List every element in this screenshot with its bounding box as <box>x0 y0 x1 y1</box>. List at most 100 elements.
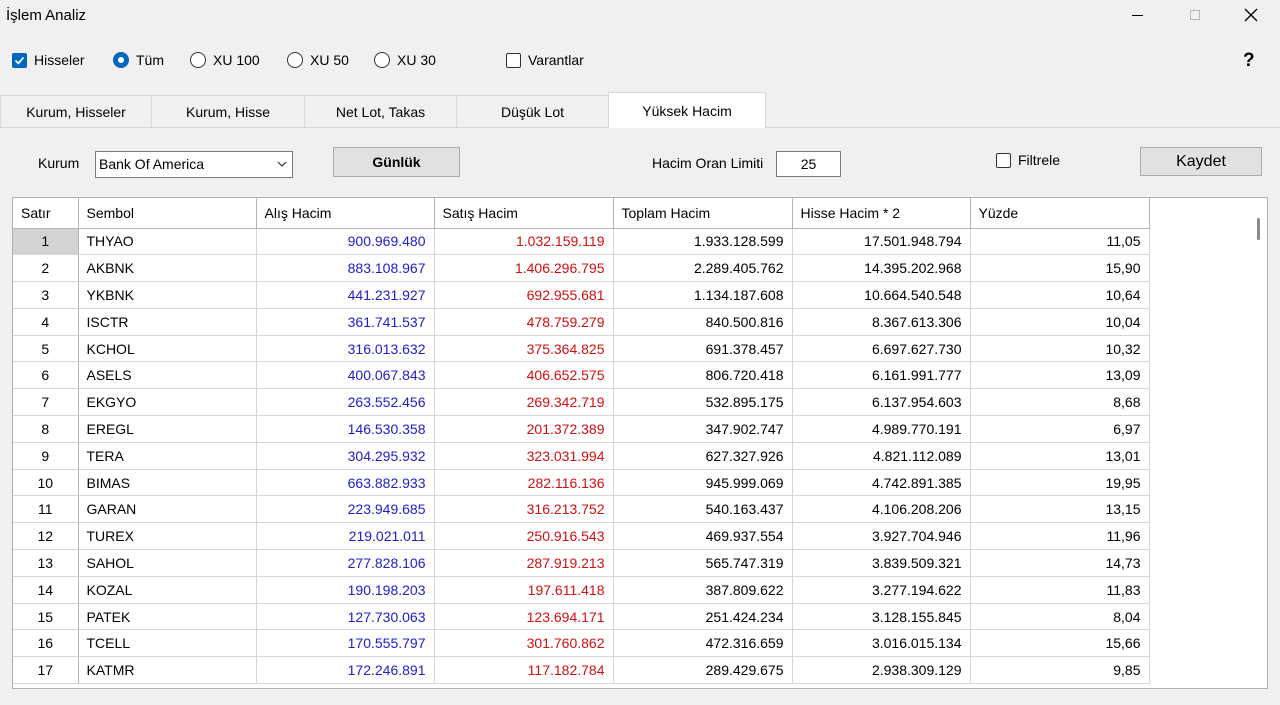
table-row[interactable]: 13 SAHOL 277.828.106 287.919.213 565.747.319… <box>13 549 1150 577</box>
yuzde-cell[interactable]: 13,09 <box>970 361 1150 390</box>
alis-hacim-cell[interactable]: 146.530.358 <box>256 415 435 443</box>
hisse-hacim-cell[interactable]: 17.501.948.794 <box>792 228 971 256</box>
yuzde-cell[interactable]: 15,66 <box>970 629 1150 658</box>
row-number-cell[interactable]: 5 <box>13 335 79 363</box>
column-header-toplam-hacim[interactable]: Toplam Hacim <box>613 198 793 229</box>
hisse-hacim-cell[interactable]: 3.839.509.321 <box>792 549 971 577</box>
symbol-cell[interactable]: EKGYO <box>78 388 257 417</box>
toplam-hacim-cell[interactable]: 347.902.747 <box>613 415 793 443</box>
row-number-cell[interactable]: 17 <box>13 656 79 685</box>
data-grid[interactable]: Satır Sembol Alış Hacim Satış Hacim Topl… <box>12 197 1268 689</box>
satis-hacim-cell[interactable]: 282.116.136 <box>434 469 614 497</box>
tab-kurum-hisseler[interactable]: Kurum, Hisseler <box>0 95 152 127</box>
yuzde-cell[interactable]: 10,04 <box>970 308 1150 336</box>
gunluk-button[interactable]: Günlük <box>333 147 460 177</box>
table-row[interactable]: 14 KOZAL 190.198.203 197.611.418 387.809.622… <box>13 576 1150 604</box>
satis-hacim-cell[interactable]: 316.213.752 <box>434 495 614 524</box>
kurum-dropdown[interactable]: Bank Of America <box>95 151 293 178</box>
yuzde-cell[interactable]: 9,85 <box>970 656 1150 685</box>
hisse-hacim-cell[interactable]: 6.137.954.603 <box>792 388 971 417</box>
satis-hacim-cell[interactable]: 301.760.862 <box>434 629 614 658</box>
close-button[interactable] <box>1222 0 1280 30</box>
yuzde-cell[interactable]: 13,01 <box>970 442 1150 470</box>
alis-hacim-cell[interactable]: 277.828.106 <box>256 549 435 577</box>
row-number-cell[interactable]: 12 <box>13 522 79 551</box>
toplam-hacim-cell[interactable]: 691.378.457 <box>613 335 793 363</box>
row-number-cell[interactable]: 15 <box>13 603 79 631</box>
hisse-hacim-cell[interactable]: 4.989.770.191 <box>792 415 971 443</box>
symbol-cell[interactable]: KOZAL <box>78 576 257 604</box>
hacim-oran-input[interactable]: 25 <box>776 151 841 177</box>
satis-hacim-cell[interactable]: 692.955.681 <box>434 281 614 309</box>
alis-hacim-cell[interactable]: 304.295.932 <box>256 442 435 470</box>
hisse-hacim-cell[interactable]: 6.161.991.777 <box>792 361 971 390</box>
symbol-cell[interactable]: SAHOL <box>78 549 257 577</box>
radio-xu30[interactable]: XU 30 <box>374 52 436 68</box>
row-number-cell[interactable]: 7 <box>13 388 79 417</box>
symbol-cell[interactable]: TUREX <box>78 522 257 551</box>
satis-hacim-cell[interactable]: 123.694.171 <box>434 603 614 631</box>
toplam-hacim-cell[interactable]: 532.895.175 <box>613 388 793 417</box>
satis-hacim-cell[interactable]: 287.919.213 <box>434 549 614 577</box>
toplam-hacim-cell[interactable]: 540.163.437 <box>613 495 793 524</box>
row-number-cell[interactable]: 1 <box>13 228 79 256</box>
satis-hacim-cell[interactable]: 269.342.719 <box>434 388 614 417</box>
toplam-hacim-cell[interactable]: 289.429.675 <box>613 656 793 685</box>
tab-yuksek-hacim[interactable]: Yüksek Hacim <box>608 92 766 128</box>
satis-hacim-cell[interactable]: 478.759.279 <box>434 308 614 336</box>
toplam-hacim-cell[interactable]: 387.809.622 <box>613 576 793 604</box>
table-row[interactable]: 12 TUREX 219.021.011 250.916.543 469.937.554… <box>13 522 1150 551</box>
column-header-satis-hacim[interactable]: Satış Hacim <box>434 198 614 229</box>
hisse-hacim-cell[interactable]: 4.106.208.206 <box>792 495 971 524</box>
table-row[interactable]: 9 TERA 304.295.932 323.031.994 627.327.926 4.… <box>13 442 1150 470</box>
alis-hacim-cell[interactable]: 663.882.933 <box>256 469 435 497</box>
symbol-cell[interactable]: KATMR <box>78 656 257 685</box>
hisse-hacim-cell[interactable]: 3.128.155.845 <box>792 603 971 631</box>
hisse-hacim-cell[interactable]: 6.697.627.730 <box>792 335 971 363</box>
tab-kurum-hisse[interactable]: Kurum, Hisse <box>151 95 305 127</box>
toplam-hacim-cell[interactable]: 840.500.816 <box>613 308 793 336</box>
radio-tum[interactable]: Tüm <box>113 52 164 68</box>
scrollbar-thumb[interactable] <box>1257 218 1260 240</box>
table-row[interactable]: 2 AKBNK 883.108.967 1.406.296.795 2.289.405.… <box>13 254 1150 283</box>
maximize-button[interactable] <box>1166 0 1224 30</box>
hisse-hacim-cell[interactable]: 3.927.704.946 <box>792 522 971 551</box>
symbol-cell[interactable]: EREGL <box>78 415 257 443</box>
table-row[interactable]: 10 BIMAS 663.882.933 282.116.136 945.999.069… <box>13 469 1150 497</box>
column-header-alis-hacim[interactable]: Alış Hacim <box>256 198 435 229</box>
symbol-cell[interactable]: KCHOL <box>78 335 257 363</box>
alis-hacim-cell[interactable]: 127.730.063 <box>256 603 435 631</box>
alis-hacim-cell[interactable]: 441.231.927 <box>256 281 435 309</box>
alis-hacim-cell[interactable]: 900.969.480 <box>256 228 435 256</box>
alis-hacim-cell[interactable]: 223.949.685 <box>256 495 435 524</box>
row-number-cell[interactable]: 3 <box>13 281 79 309</box>
yuzde-cell[interactable]: 6,97 <box>970 415 1150 443</box>
alis-hacim-cell[interactable]: 172.246.891 <box>256 656 435 685</box>
symbol-cell[interactable]: TERA <box>78 442 257 470</box>
table-row[interactable]: 3 YKBNK 441.231.927 692.955.681 1.134.187.60… <box>13 281 1150 309</box>
toplam-hacim-cell[interactable]: 251.424.234 <box>613 603 793 631</box>
hisseler-checkbox[interactable]: Hisseler <box>12 52 85 68</box>
alis-hacim-cell[interactable]: 190.198.203 <box>256 576 435 604</box>
alis-hacim-cell[interactable]: 316.013.632 <box>256 335 435 363</box>
table-row[interactable]: 15 PATEK 127.730.063 123.694.171 251.424.234… <box>13 603 1150 631</box>
row-number-cell[interactable]: 2 <box>13 254 79 283</box>
alis-hacim-cell[interactable]: 170.555.797 <box>256 629 435 658</box>
symbol-cell[interactable]: PATEK <box>78 603 257 631</box>
toplam-hacim-cell[interactable]: 627.327.926 <box>613 442 793 470</box>
yuzde-cell[interactable]: 11,83 <box>970 576 1150 604</box>
yuzde-cell[interactable]: 11,96 <box>970 522 1150 551</box>
symbol-cell[interactable]: YKBNK <box>78 281 257 309</box>
hisse-hacim-cell[interactable]: 3.016.015.134 <box>792 629 971 658</box>
table-row[interactable]: 7 EKGYO 263.552.456 269.342.719 532.895.175 6… <box>13 388 1150 417</box>
table-row[interactable]: 17 KATMR 172.246.891 117.182.784 289.429.675… <box>13 656 1150 685</box>
satis-hacim-cell[interactable]: 1.406.296.795 <box>434 254 614 283</box>
hisse-hacim-cell[interactable]: 14.395.202.968 <box>792 254 971 283</box>
satis-hacim-cell[interactable]: 117.182.784 <box>434 656 614 685</box>
varantlar-checkbox[interactable]: Varantlar <box>506 52 584 68</box>
column-header-hisse-hacim[interactable]: Hisse Hacim * 2 <box>792 198 971 229</box>
row-number-cell[interactable]: 11 <box>13 495 79 524</box>
yuzde-cell[interactable]: 11,05 <box>970 228 1150 256</box>
toplam-hacim-cell[interactable]: 469.937.554 <box>613 522 793 551</box>
row-number-cell[interactable]: 9 <box>13 442 79 470</box>
